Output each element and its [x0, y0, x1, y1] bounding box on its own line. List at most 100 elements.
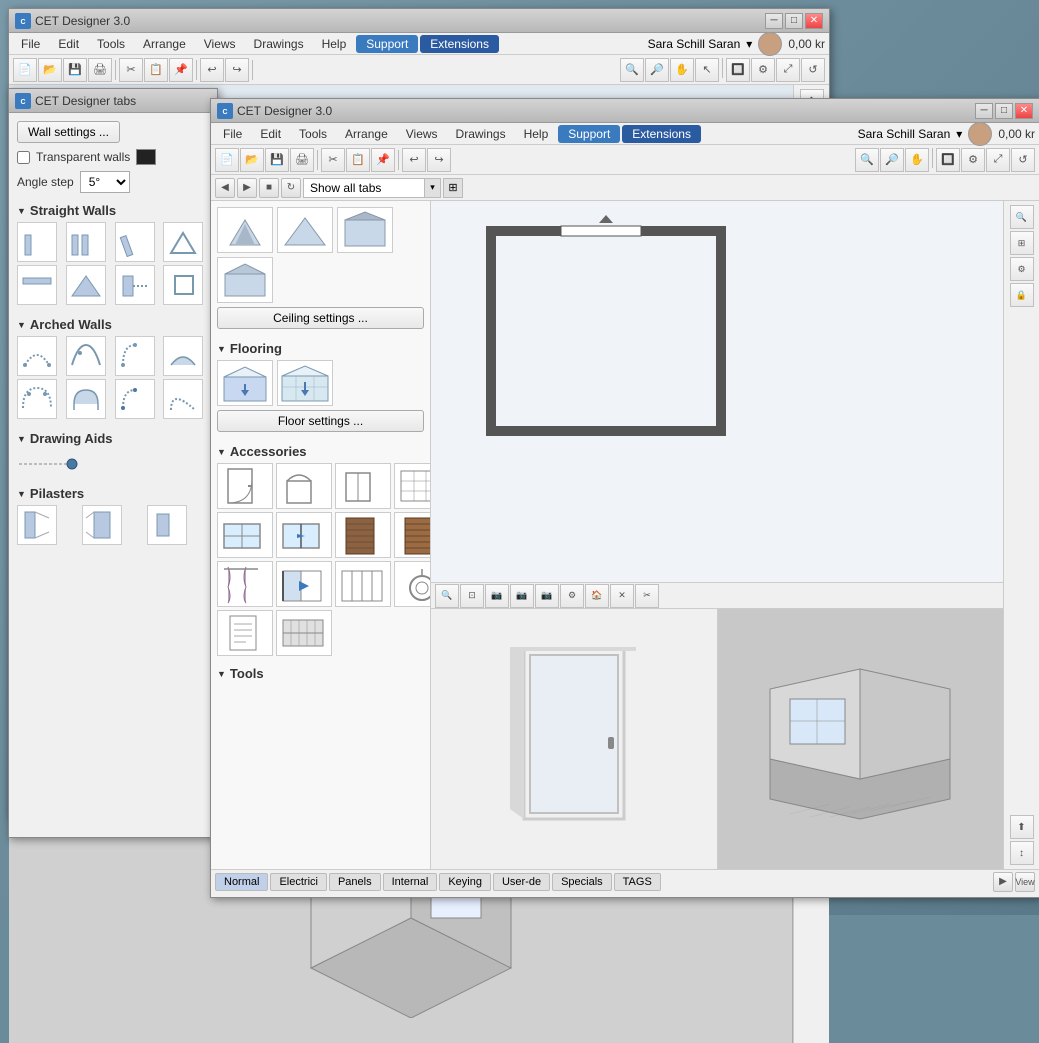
save-button[interactable]: 💾 [63, 58, 87, 82]
wall-item-4[interactable] [163, 222, 203, 262]
pan-button[interactable]: ✋ [670, 58, 694, 82]
wall-color-swatch[interactable] [136, 149, 156, 165]
menu-drawings[interactable]: Drawings [246, 35, 312, 53]
sec-menu-file[interactable]: File [215, 125, 250, 143]
sec-redo-btn[interactable]: ↪ [427, 148, 451, 172]
secondary-window-controls[interactable]: ─ □ ✕ [975, 103, 1033, 119]
2d-tb-8[interactable]: ✕ [610, 584, 634, 608]
nav-stop-btn[interactable]: ■ [259, 178, 279, 198]
secondary-close-button[interactable]: ✕ [1015, 103, 1033, 119]
menu-arrange[interactable]: Arrange [135, 35, 194, 53]
ceiling-item-4[interactable] [217, 257, 273, 303]
acc-door[interactable] [217, 463, 273, 509]
support-button[interactable]: Support [356, 35, 418, 53]
status-tab-electric[interactable]: Electrici [270, 873, 327, 891]
accessories-header[interactable]: Accessories [217, 440, 424, 463]
move-button[interactable]: ⤢ [776, 58, 800, 82]
transparent-walls-checkbox[interactable] [17, 151, 30, 164]
extensions-button[interactable]: Extensions [420, 35, 499, 53]
3d-button[interactable]: 🔲 [726, 58, 750, 82]
zoom-out-button[interactable]: 🔎 [645, 58, 669, 82]
acc-blinds-brown[interactable] [335, 512, 391, 558]
menu-help[interactable]: Help [314, 35, 355, 53]
sec-rt-3[interactable]: ⚙ [1010, 257, 1034, 281]
sec-rt-up[interactable]: ⬆ [1010, 815, 1034, 839]
sec-menu-arrange[interactable]: Arrange [337, 125, 396, 143]
minimize-button[interactable]: ─ [765, 13, 783, 29]
angle-step-select[interactable]: 5° 10° 15° 45° [80, 171, 130, 193]
sec-rt-2[interactable]: ⊞ [1010, 231, 1034, 255]
maximize-button[interactable]: □ [785, 13, 803, 29]
arch-item-5[interactable] [17, 379, 57, 419]
sec-print-btn[interactable]: 🖨 [290, 148, 314, 172]
acc-sliding-door[interactable] [276, 561, 332, 607]
wall-item-3[interactable] [115, 222, 155, 262]
sec-arr2-btn[interactable]: ↺ [1011, 148, 1035, 172]
redo-button[interactable]: ↪ [225, 58, 249, 82]
sec-rt-1[interactable]: 🔍 [1010, 205, 1034, 229]
acc-document[interactable] [217, 610, 273, 656]
sec-3d-btn[interactable]: 🔲 [936, 148, 960, 172]
2d-tb-5[interactable]: 📷 [535, 584, 559, 608]
status-tab-userde[interactable]: User-de [493, 873, 550, 891]
acc-radiator[interactable] [276, 610, 332, 656]
arch-item-7[interactable] [115, 379, 155, 419]
ceiling-item-2[interactable] [277, 207, 333, 253]
wall-item-5[interactable] [17, 265, 57, 305]
secondary-minimize-button[interactable]: ─ [975, 103, 993, 119]
sec-save-btn[interactable]: 💾 [265, 148, 289, 172]
sec-rt-down[interactable]: ↕ [1010, 841, 1034, 865]
show-all-tabs-combo[interactable]: Show all tabs ▾ [303, 178, 441, 198]
status-nav-btn-1[interactable]: ▶ [993, 872, 1013, 892]
menu-tools[interactable]: Tools [89, 35, 133, 53]
2d-tb-1[interactable]: 🔍 [435, 584, 459, 608]
arch-item-1[interactable] [17, 336, 57, 376]
sec-menu-edit[interactable]: Edit [252, 125, 289, 143]
acc-sliding[interactable] [276, 512, 332, 558]
2d-tb-7[interactable]: 🏠 [585, 584, 609, 608]
combo-dropdown-btn[interactable]: ▾ [424, 179, 440, 197]
arch-item-3[interactable] [115, 336, 155, 376]
2d-tb-6[interactable]: ⚙ [560, 584, 584, 608]
arch-item-4[interactable] [163, 336, 203, 376]
settings-main-button[interactable]: ⚙ [751, 58, 775, 82]
ceiling-item-3[interactable] [337, 207, 393, 253]
new-button[interactable]: 📄 [13, 58, 37, 82]
drawing-aids-header[interactable]: Drawing Aids [17, 427, 209, 450]
main-window-controls[interactable]: ─ □ ✕ [765, 13, 823, 29]
floor-settings-button[interactable]: Floor settings ... [217, 410, 424, 432]
2d-tb-4[interactable]: 📷 [510, 584, 534, 608]
sec-arr-btn[interactable]: ⤢ [986, 148, 1010, 172]
arch-item-6[interactable] [66, 379, 106, 419]
sec-support-button[interactable]: Support [558, 125, 620, 143]
acc-grid[interactable] [394, 463, 431, 509]
status-tab-specials[interactable]: Specials [552, 873, 612, 891]
wall-item-1[interactable] [17, 222, 57, 262]
nav-refresh-btn[interactable]: ↻ [281, 178, 301, 198]
2d-tb-3[interactable]: 📷 [485, 584, 509, 608]
status-tab-internal[interactable]: Internal [383, 873, 438, 891]
2d-tb-9[interactable]: ✂ [635, 584, 659, 608]
close-button[interactable]: ✕ [805, 13, 823, 29]
arch-item-8[interactable] [163, 379, 203, 419]
arched-walls-header[interactable]: Arched Walls [17, 313, 209, 336]
status-nav-btn-2[interactable]: View [1015, 872, 1035, 892]
sec-copy-btn[interactable]: 📋 [346, 148, 370, 172]
floor-item-2[interactable] [277, 360, 333, 406]
sec-chevron-down-icon[interactable]: ▾ [956, 127, 962, 141]
status-tab-tags[interactable]: TAGS [614, 873, 661, 891]
nav-back-btn[interactable]: ◀ [215, 178, 235, 198]
copy-button[interactable]: 📋 [144, 58, 168, 82]
ceiling-settings-button[interactable]: Ceiling settings ... [217, 307, 424, 329]
tools-header[interactable]: Tools [217, 662, 424, 685]
chevron-down-icon[interactable]: ▾ [746, 37, 752, 51]
acc-window[interactable] [217, 512, 273, 558]
secondary-maximize-button[interactable]: □ [995, 103, 1013, 119]
cut-button[interactable]: ✂ [119, 58, 143, 82]
sec-menu-views[interactable]: Views [398, 125, 446, 143]
sec-rt-4[interactable]: 🔒 [1010, 283, 1034, 307]
zoom-in-button[interactable]: 🔍 [620, 58, 644, 82]
sec-set-btn[interactable]: ⚙ [961, 148, 985, 172]
sec-menu-help[interactable]: Help [516, 125, 557, 143]
flooring-header[interactable]: Flooring [217, 337, 424, 360]
